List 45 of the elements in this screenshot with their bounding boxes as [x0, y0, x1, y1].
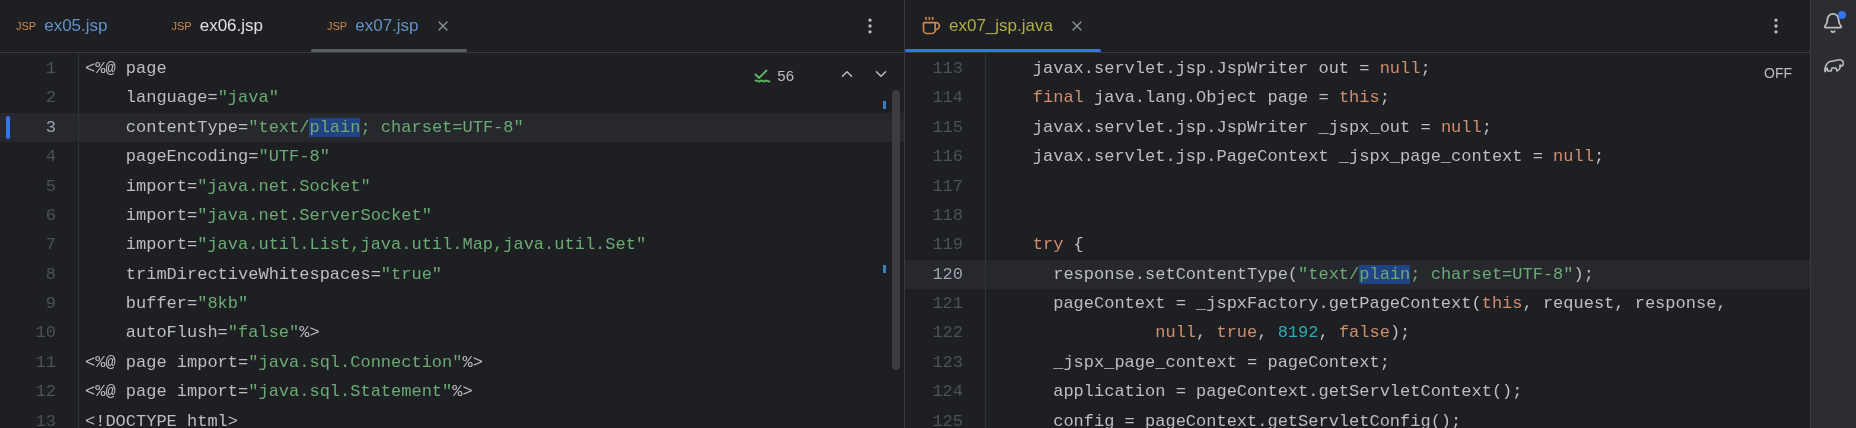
code-line: autoFlush="false"%> [124, 322, 320, 345]
code-line: pageContext = _jspxFactory.getPageContext(this, request, response, [1052, 293, 1727, 316]
tab-label: ex07_jsp.java [949, 15, 1053, 38]
notifications-icon[interactable] [1821, 12, 1846, 36]
jsp-file-icon: JSP [171, 17, 192, 35]
code-line: <%@ page [85, 57, 167, 80]
editor-tab[interactable]: ex07_jsp.java [905, 0, 1101, 52]
jsp-file-icon: JSP [16, 17, 37, 35]
code-line: application = pageContext.getServletContext(); [1052, 381, 1523, 404]
check-icon [753, 68, 774, 85]
code-line: try { [1031, 234, 1084, 257]
reader-mode-toggle[interactable]: OFF [1764, 63, 1792, 84]
editor-tab[interactable]: JSP ex05.jsp [0, 0, 156, 52]
code-line: contentType="text/plain; charset=UTF-8" [124, 116, 524, 139]
code-line: trimDirectiveWhitespaces="true" [124, 263, 443, 286]
code-line: <!DOCTYPE html> [85, 410, 239, 428]
code-line: _jspx_page_context = pageContext; [1052, 351, 1390, 374]
jsp-file-icon: JSP [327, 17, 348, 35]
code-line: <%@ page import="java.sql.Statement"%> [85, 381, 473, 404]
code-line: javax.servlet.jsp.JspWriter out = null; [1031, 57, 1431, 80]
line-number: 120 [931, 263, 963, 286]
line-number: 3 [44, 116, 56, 139]
caret-marker [6, 115, 10, 140]
code-line: final java.lang.Object page = this; [1031, 87, 1390, 110]
code-line: import="java.util.List,java.util.Map,java.util.Set" [124, 234, 647, 257]
code-line: javax.servlet.jsp.JspWriter _jspx_out = null; [1031, 116, 1492, 139]
code-line: import="java.net.Socket" [124, 175, 371, 198]
code-line: language="java" [124, 87, 279, 110]
code-line: javax.servlet.jsp.PageContext _jspx_page_context = null; [1031, 146, 1605, 169]
change-marker [883, 101, 886, 109]
code-line: import="java.net.ServerSocket" [124, 204, 432, 227]
scrollbar-thumb[interactable] [892, 90, 900, 370]
coffee-cup-icon [921, 16, 941, 36]
editor-tab[interactable]: JSP ex06.jsp [155, 0, 312, 52]
code-line: response.setContentType("text/plain; charset=UTF-8"); [1052, 263, 1594, 286]
code-line: buffer="8kb" [124, 293, 249, 316]
inspections-indicator[interactable]: 56 [753, 65, 794, 88]
code-line: <%@ page import="java.sql.Connection"%> [85, 351, 483, 374]
tab-label: ex06.jsp [199, 15, 264, 38]
code-line: null, true, 8192, false); [1154, 322, 1411, 345]
code-line: pageEncoding="UTF-8" [124, 146, 330, 169]
change-marker [883, 265, 886, 273]
editor-tab[interactable]: JSP ex07.jsp [311, 0, 467, 52]
tab-label: ex07.jsp [355, 15, 419, 38]
tab-label: ex05.jsp [44, 15, 108, 38]
